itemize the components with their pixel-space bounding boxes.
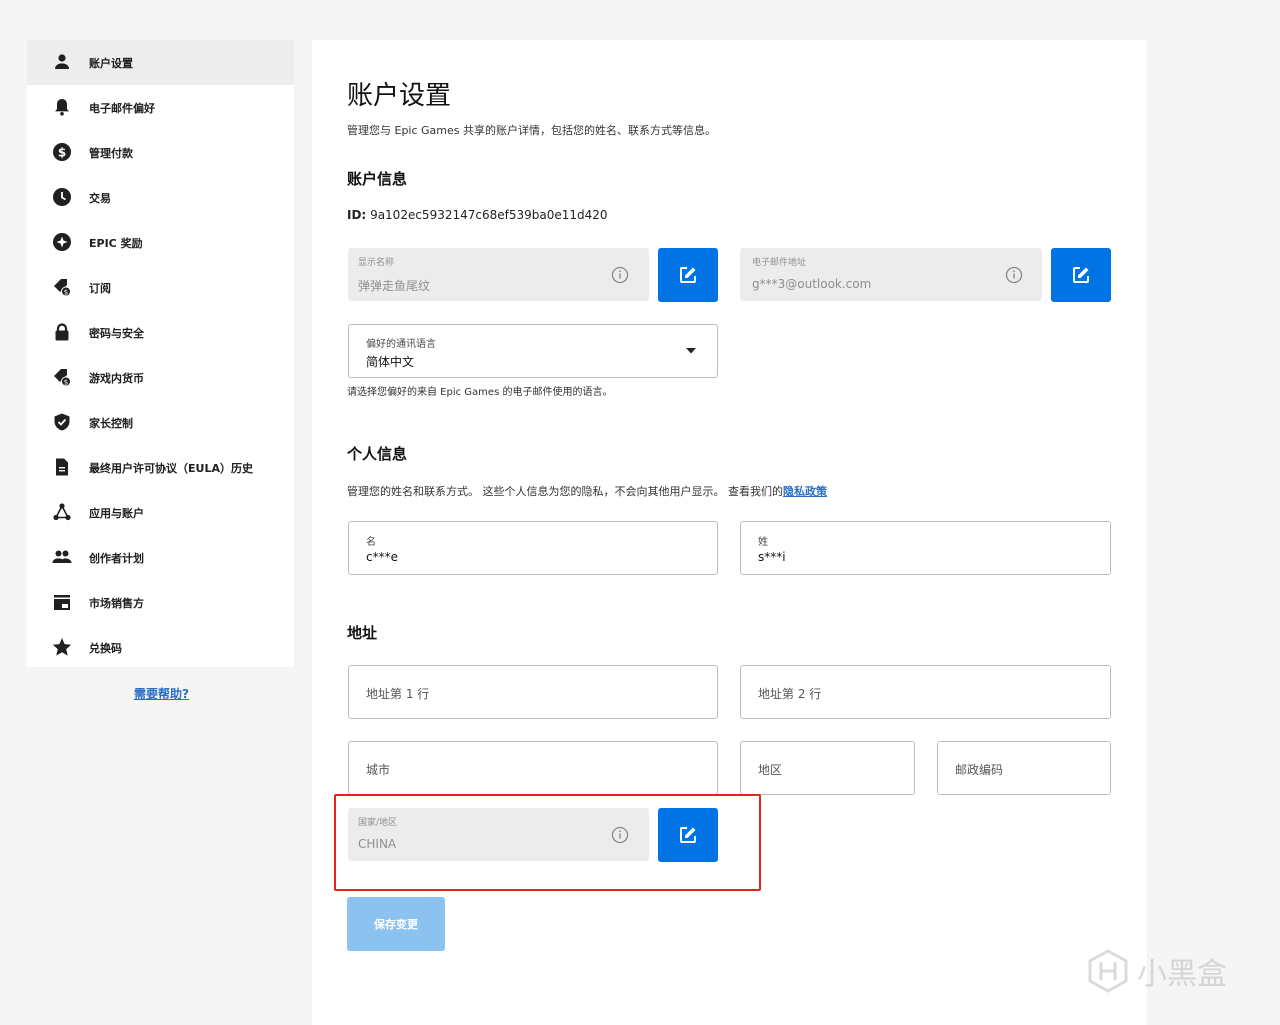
email-field: 电子邮件地址 g***3@outlook.com (740, 248, 1042, 301)
watermark-logo-icon (1088, 949, 1128, 993)
first-name-label: 名 (366, 537, 376, 548)
star-circle-icon (52, 232, 72, 252)
star-icon (52, 637, 72, 657)
account-id: ID: 9a102ec5932147c68ef539ba0e11d420 (347, 208, 608, 222)
sidebar-item-eula-history[interactable]: 最终用户许可协议（EULA）历史 (27, 445, 294, 490)
display-name-value: 弹弹走鱼尾纹 (358, 279, 431, 293)
document-icon (52, 457, 72, 477)
sidebar-item-label: 电子邮件偏好 (89, 101, 155, 115)
watermark-text: 小黑盒 (1137, 957, 1227, 992)
sidebar-item-subscriptions[interactable]: $ 订阅 (27, 265, 294, 310)
city-input[interactable]: 城市 (348, 741, 718, 795)
address-line1-input[interactable]: 地址第 1 行 (348, 665, 718, 719)
address-line2-placeholder: 地址第 2 行 (758, 687, 822, 701)
sidebar-item-password-security[interactable]: 密码与安全 (27, 310, 294, 355)
sidebar-item-label: 创作者计划 (89, 551, 144, 565)
chevron-down-icon (686, 348, 696, 354)
sidebar: 账户设置 电子邮件偏好 $ 管理付款 交易 EPIC 奖励 $ 订阅 密码与安全 (27, 40, 294, 667)
dollar-icon: $ (52, 142, 72, 162)
sidebar-item-epic-rewards[interactable]: EPIC 奖励 (27, 220, 294, 265)
sidebar-item-label: EPIC 奖励 (89, 236, 143, 250)
last-name-label: 姓 (758, 537, 768, 548)
bell-icon (52, 97, 72, 117)
save-changes-button[interactable]: 保存变更 (347, 897, 445, 951)
sidebar-item-apps-accounts[interactable]: 应用与账户 (27, 490, 294, 535)
sidebar-item-label: 管理付款 (89, 146, 133, 160)
email-label: 电子邮件地址 (752, 258, 807, 268)
language-helper: 请选择您偏好的来自 Epic Games 的电子邮件使用的语言。 (347, 387, 613, 398)
language-value: 简体中文 (366, 355, 415, 369)
last-name-value: s***i (758, 550, 786, 564)
main-panel: 账户设置 管理您与 Epic Games 共享的账户详情，包括您的姓名、联系方式… (312, 40, 1147, 1025)
edit-email-button[interactable] (1051, 248, 1111, 302)
last-name-field[interactable]: 姓 s***i (740, 521, 1111, 575)
svg-text:$: $ (58, 146, 66, 160)
sidebar-item-label: 密码与安全 (89, 326, 144, 340)
personal-info-heading: 个人信息 (347, 445, 408, 463)
watermark: 小黑盒 (1085, 948, 1227, 994)
sidebar-item-label: 最终用户许可协议（EULA）历史 (89, 461, 253, 475)
svg-text:$: $ (64, 288, 68, 296)
account-info-heading: 账户信息 (347, 170, 408, 188)
address-heading: 地址 (347, 624, 378, 642)
person-icon (52, 52, 72, 72)
currency-icon: $ (52, 367, 72, 387)
sidebar-item-label: 兑换码 (89, 641, 122, 655)
sidebar-item-redeem-code[interactable]: 兑换码 (27, 625, 294, 670)
sidebar-item-label: 订阅 (89, 281, 111, 295)
display-name-field: 显示名称 弹弹走鱼尾纹 (348, 248, 649, 301)
account-id-label: ID: (347, 208, 367, 222)
language-select[interactable]: 偏好的通讯语言 简体中文 (348, 324, 718, 378)
store-icon (52, 592, 72, 612)
personal-info-text: 管理您的姓名和联系方式。 这些个人信息为您的隐私，不会向其他用户显示。 查看我们… (347, 485, 783, 498)
sidebar-item-label: 应用与账户 (89, 506, 144, 520)
address-line1-placeholder: 地址第 1 行 (366, 687, 430, 701)
edit-icon (1073, 267, 1089, 283)
sidebar-item-creator-program[interactable]: 创作者计划 (27, 535, 294, 580)
clock-icon (52, 187, 72, 207)
sidebar-item-transactions[interactable]: 交易 (27, 175, 294, 220)
apps-icon (52, 502, 72, 522)
postal-code-placeholder: 邮政编码 (955, 763, 1004, 777)
highlight-box (334, 794, 761, 891)
email-value: g***3@outlook.com (752, 277, 872, 291)
svg-text:$: $ (64, 378, 68, 386)
page-title: 账户设置 (347, 81, 452, 111)
sidebar-item-label: 账户设置 (89, 56, 133, 70)
sidebar-item-label: 游戏内货币 (89, 371, 144, 385)
sidebar-item-account-settings[interactable]: 账户设置 (27, 40, 294, 85)
page-subtitle: 管理您与 Epic Games 共享的账户详情，包括您的姓名、联系方式等信息。 (347, 124, 717, 137)
edit-display-name-button[interactable] (658, 248, 718, 302)
address-line2-input[interactable]: 地址第 2 行 (740, 665, 1111, 719)
language-label: 偏好的通讯语言 (366, 339, 436, 350)
region-input[interactable]: 地区 (740, 741, 915, 795)
sidebar-item-parental-controls[interactable]: 家长控制 (27, 400, 294, 445)
sidebar-item-label: 家长控制 (89, 416, 133, 430)
help-link[interactable]: 需要帮助? (134, 685, 189, 702)
info-icon[interactable] (1005, 266, 1023, 284)
sidebar-item-ingame-currency[interactable]: $ 游戏内货币 (27, 355, 294, 400)
sidebar-item-email-preferences[interactable]: 电子邮件偏好 (27, 85, 294, 130)
account-id-value: 9a102ec5932147c68ef539ba0e11d420 (370, 208, 608, 222)
lock-icon (52, 322, 72, 342)
sidebar-item-label: 交易 (89, 191, 111, 205)
city-placeholder: 城市 (366, 763, 391, 777)
edit-icon (680, 267, 696, 283)
region-placeholder: 地区 (758, 763, 783, 777)
sidebar-item-manage-payment[interactable]: $ 管理付款 (27, 130, 294, 175)
shield-icon (52, 412, 72, 432)
info-icon[interactable] (611, 266, 629, 284)
display-name-label: 显示名称 (358, 258, 395, 268)
sidebar-item-marketplace-seller[interactable]: 市场销售方 (27, 580, 294, 625)
first-name-field[interactable]: 名 c***e (348, 521, 718, 575)
first-name-value: c***e (366, 550, 398, 564)
people-icon (52, 547, 72, 567)
subscription-icon: $ (52, 277, 72, 297)
personal-info-description: 管理您的姓名和联系方式。 这些个人信息为您的隐私，不会向其他用户显示。 查看我们… (347, 483, 827, 499)
sidebar-item-label: 市场销售方 (89, 596, 144, 610)
privacy-policy-link[interactable]: 隐私政策 (783, 485, 827, 498)
postal-code-input[interactable]: 邮政编码 (937, 741, 1111, 795)
